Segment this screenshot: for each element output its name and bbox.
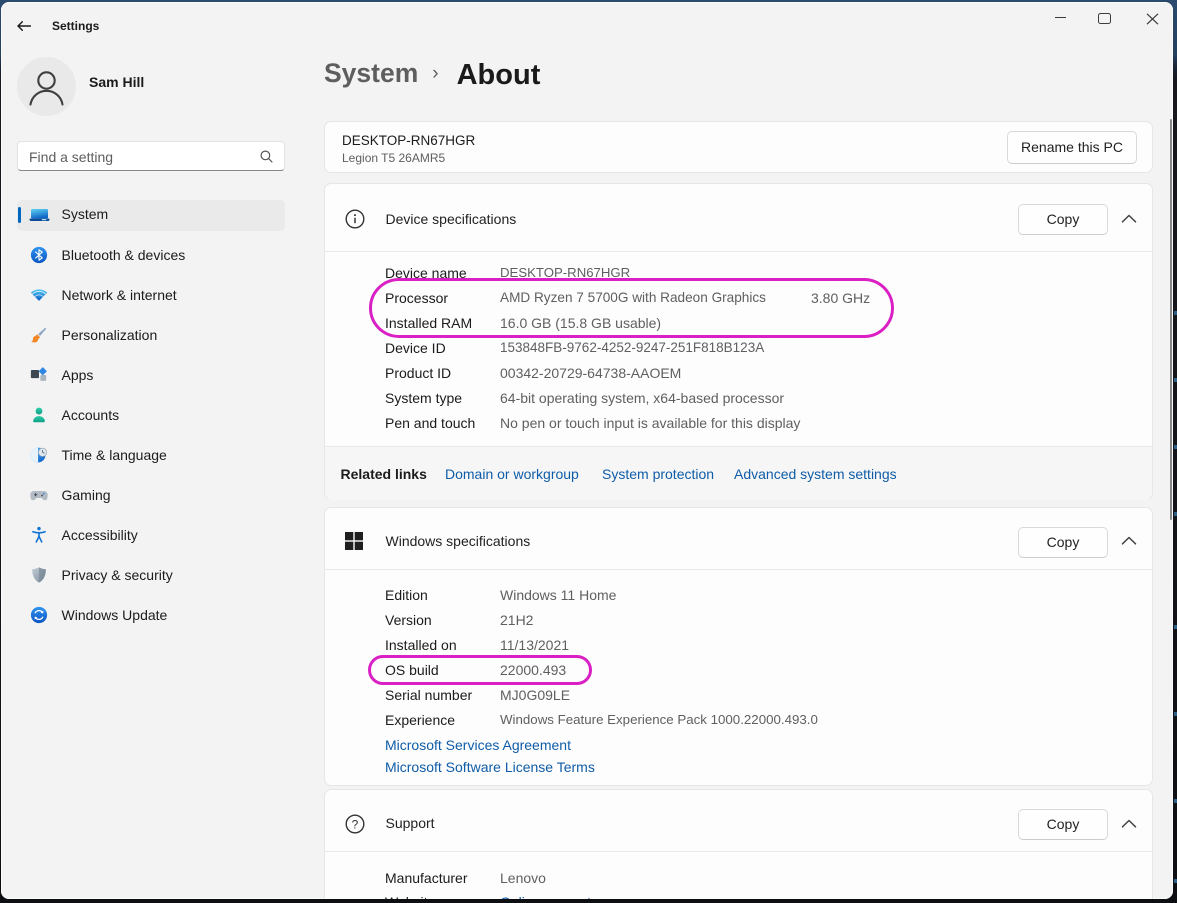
svg-text:?: ? bbox=[352, 817, 359, 831]
